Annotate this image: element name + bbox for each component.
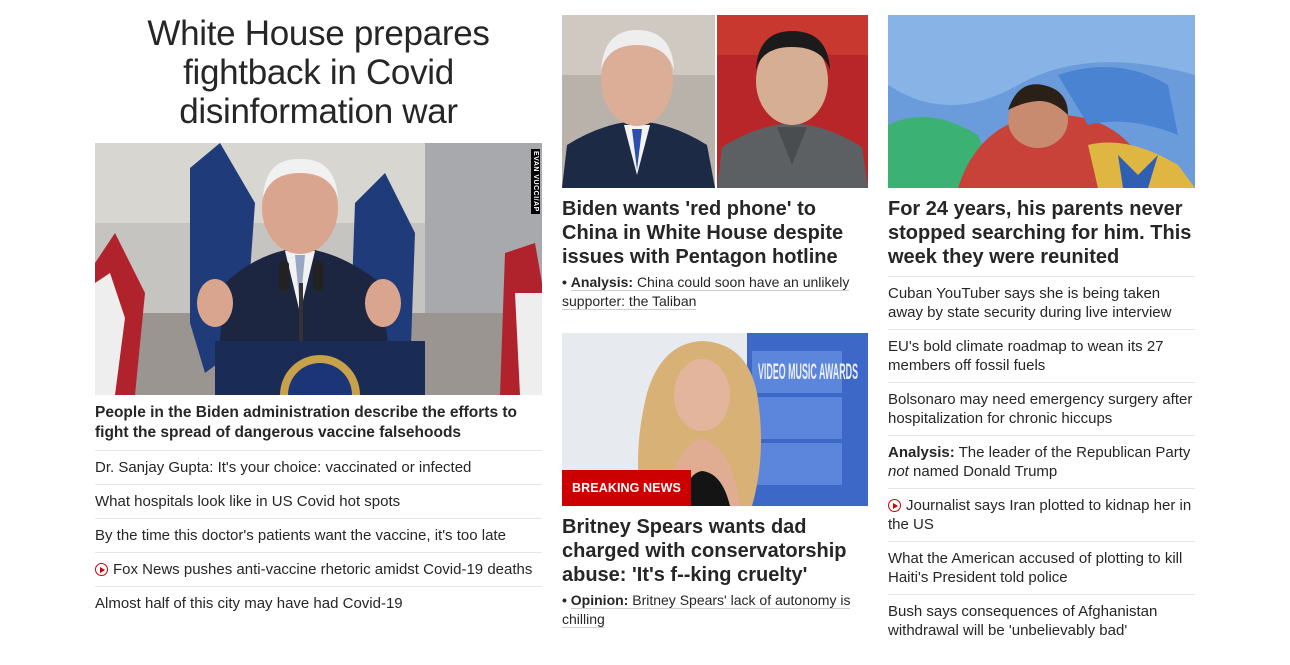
bullet: • (562, 274, 567, 290)
lead-headline-link[interactable]: White House prepares fightback in Covid … (95, 14, 542, 131)
right-story-text: What the American accused of plotting to… (888, 550, 1183, 586)
biden-xi-photo (562, 15, 868, 188)
analysis-sub-link[interactable]: • Analysis: China could soon have an unl… (562, 273, 868, 311)
lead-summary-link[interactable]: People in the Biden administration descr… (95, 403, 542, 451)
related-story-link[interactable]: Almost half of this city may have had Co… (95, 587, 542, 620)
biden-china-headline-link[interactable]: Biden wants 'red phone' to China in Whit… (562, 197, 868, 269)
reunion-headline-link[interactable]: For 24 years, his parents never stopped … (888, 197, 1195, 277)
britney-headline-link[interactable]: Britney Spears wants dad charged with co… (562, 515, 868, 587)
britney-image[interactable]: VIDEO MUSIC AWARDS BREAKING NEWS (562, 333, 868, 506)
play-video-icon (95, 563, 108, 576)
related-story-text: By the time this doctor's patients want … (95, 527, 506, 544)
analysis-kicker: Analysis: (888, 444, 955, 461)
opinion-sub-link[interactable]: • Opinion: Britney Spears' lack of auton… (562, 591, 868, 629)
middle-column: Biden wants 'red phone' to China in Whit… (562, 0, 868, 629)
analysis-kicker: Analysis: (570, 274, 634, 290)
right-story-link[interactable]: Bush says consequences of Afghanistan wi… (888, 595, 1195, 647)
related-story-text: What hospitals look like in US Covid hot… (95, 493, 401, 510)
right-story-text: Journalist says Iran plotted to kidnap h… (888, 497, 1192, 533)
right-story-text: Bush says consequences of Afghanistan wi… (888, 603, 1158, 639)
related-story-text: Fox News pushes anti-vaccine rhetoric am… (113, 561, 533, 578)
backdrop-text: VIDEO MUSIC AWARDS (758, 359, 858, 384)
right-story-text: Cuban YouTuber says she is being taken a… (888, 285, 1172, 321)
related-story-link[interactable]: By the time this doctor's patients want … (95, 519, 542, 553)
lead-story-image[interactable]: EVAN VUCCI/AP (95, 143, 542, 395)
right-column: For 24 years, his parents never stopped … (888, 0, 1195, 647)
photo-credit: EVAN VUCCI/AP (531, 149, 540, 214)
related-story-text: Almost half of this city may have had Co… (95, 595, 403, 612)
related-video-link[interactable]: Fox News pushes anti-vaccine rhetoric am… (95, 553, 542, 587)
family-reunion-photo (888, 15, 1195, 188)
right-analysis-link[interactable]: Analysis: The leader of the Republican P… (888, 436, 1195, 489)
breaking-news-badge: BREAKING NEWS (562, 470, 691, 506)
right-story-link[interactable]: EU's bold climate roadmap to wean its 27… (888, 330, 1195, 383)
right-story-text: named Donald Trump (913, 463, 1058, 480)
right-story-text: The leader of the Republican Party (958, 444, 1191, 461)
related-story-link[interactable]: Dr. Sanjay Gupta: It's your choice: vacc… (95, 451, 542, 485)
lead-story-column: White House prepares fightback in Covid … (95, 0, 542, 620)
right-story-text: Bolsonaro may need emergency surgery aft… (888, 391, 1193, 427)
reunion-image[interactable] (888, 15, 1195, 188)
biden-xi-image[interactable] (562, 15, 868, 188)
related-story-link[interactable]: What hospitals look like in US Covid hot… (95, 485, 542, 519)
right-story-text: EU's bold climate roadmap to wean its 27… (888, 338, 1164, 374)
related-story-text: Dr. Sanjay Gupta: It's your choice: vacc… (95, 459, 472, 476)
right-video-link[interactable]: Journalist says Iran plotted to kidnap h… (888, 489, 1195, 542)
right-story-link[interactable]: Cuban YouTuber says she is being taken a… (888, 277, 1195, 330)
biden-podium-photo (95, 143, 542, 395)
news-homepage: White House prepares fightback in Covid … (0, 0, 1290, 665)
emphasis-text: not (888, 463, 909, 480)
right-story-link[interactable]: Bolsonaro may need emergency surgery aft… (888, 383, 1195, 436)
play-video-icon (888, 499, 901, 512)
opinion-kicker: Opinion: (570, 592, 629, 608)
right-story-link[interactable]: What the American accused of plotting to… (888, 542, 1195, 595)
bullet: • (562, 592, 567, 608)
